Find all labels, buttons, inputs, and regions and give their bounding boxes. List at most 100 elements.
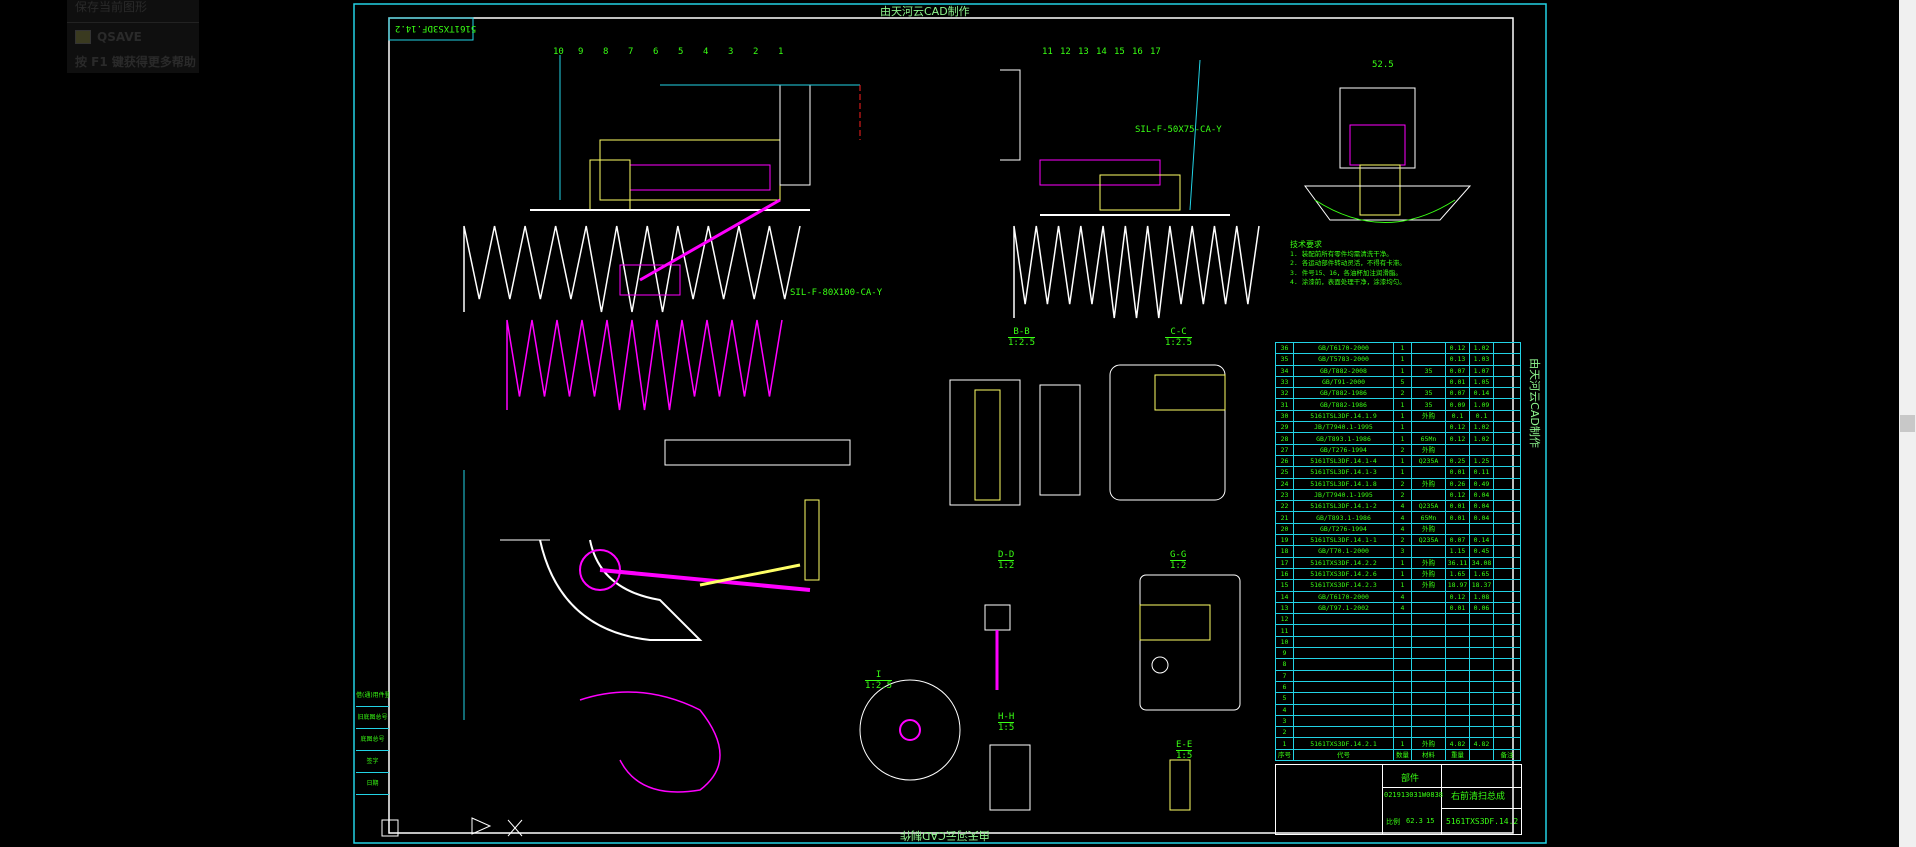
technical-requirements: 技术要求 1. 装配前所有零件均需清洗干净。 2. 各运动部件转动灵活，不得有卡… — [1290, 240, 1406, 288]
parts-cell-qty: 1 — [1393, 579, 1412, 592]
parts-cell-no: 7 — [1275, 669, 1294, 682]
parts-row: 32 GB/T882-1986 2 35 0.07 0.14 — [1275, 387, 1521, 400]
tooltip-help: 按 F1 键获得更多帮助 — [75, 55, 196, 69]
title-drawing-name: 右前清扫总成 — [1451, 792, 1506, 802]
parts-cell-no: 31 — [1275, 398, 1294, 411]
tooltip-command: QSAVE — [97, 30, 142, 44]
balloon-number: 17 — [1150, 47, 1161, 57]
parts-cell-qty — [1393, 658, 1412, 671]
parts-cell-qty: 2 — [1393, 488, 1412, 502]
parts-cell-w1: 0.07 — [1445, 534, 1470, 547]
parts-cell-std: 5161TXS3DF.14.2.2 — [1293, 556, 1394, 569]
parts-cell-w1 — [1445, 624, 1470, 637]
parts-cell-no: 13 — [1275, 601, 1294, 615]
parts-row: 5 — [1275, 692, 1521, 705]
section-scale: 1:5 — [998, 722, 1015, 733]
parts-cell-w1: 0.12 — [1445, 488, 1470, 502]
vertical-scrollbar[interactable] — [1899, 0, 1916, 847]
strip-cell: 日期 — [356, 773, 389, 795]
cylinder-label-a: SIL-F-80X100-CA-Y — [790, 288, 883, 298]
parts-cell-no: 2 — [1275, 726, 1294, 739]
parts-cell-qty: 2 — [1393, 477, 1412, 490]
parts-cell-w2: 0.1 — [1469, 409, 1494, 423]
parts-cell-remark — [1493, 726, 1521, 739]
header-cell: 重量 — [1445, 748, 1470, 761]
tech-req-item: 1. 装配前所有零件均需清洗干净。 — [1290, 249, 1393, 258]
parts-cell-w1: 0.01 — [1445, 601, 1470, 615]
parts-cell-w2: 0.04 — [1469, 500, 1494, 513]
parts-cell-remark — [1493, 477, 1521, 490]
dimension-top: 52.5 — [1372, 60, 1394, 70]
parts-cell-qty — [1393, 680, 1412, 694]
header-cell: 序号 — [1275, 748, 1294, 761]
parts-cell-w2: 1.08 — [1469, 590, 1494, 603]
parts-cell-remark — [1493, 432, 1521, 445]
parts-cell-mat — [1411, 590, 1446, 603]
parts-cell-w2: 0.14 — [1469, 387, 1494, 400]
parts-cell-mat — [1411, 601, 1446, 615]
parts-cell-remark — [1493, 511, 1521, 524]
parts-cell-qty: 3 — [1393, 545, 1412, 558]
parts-cell-std — [1293, 624, 1394, 637]
parts-cell-w1: 0.13 — [1445, 353, 1470, 366]
parts-cell-w1 — [1445, 522, 1470, 536]
parts-cell-w2 — [1469, 714, 1494, 728]
tooltip-description: 保存当前图形 — [75, 0, 148, 14]
parts-cell-no: 28 — [1275, 432, 1294, 445]
parts-row: 7 — [1275, 669, 1521, 682]
title-code: 021913031W0838 — [1384, 791, 1444, 799]
parts-cell-no: 11 — [1275, 624, 1294, 637]
parts-cell-qty: 4 — [1393, 601, 1412, 615]
parts-cell-std: 5161TSL3DF.14.1.9 — [1293, 409, 1394, 423]
parts-row: 16 5161TXS3DF.14.2.6 1 外购 1.65 1.65 — [1275, 567, 1521, 581]
parts-cell-w2: 0.04 — [1469, 511, 1494, 524]
parts-cell-mat — [1411, 692, 1446, 705]
parts-cell-std: 5161TXS3DF.14.2.3 — [1293, 579, 1394, 592]
parts-cell-no: 29 — [1275, 421, 1294, 434]
parts-cell-std: GB/T893.1-1986 — [1293, 511, 1394, 524]
parts-cell-remark — [1493, 545, 1521, 558]
parts-cell-mat — [1411, 466, 1446, 479]
parts-cell-mat: 35 — [1411, 398, 1446, 411]
parts-cell-w1: 0.07 — [1445, 387, 1470, 400]
scrollbar-thumb[interactable] — [1900, 415, 1915, 432]
parts-cell-mat: 65Mn — [1411, 432, 1446, 445]
parts-cell-w1 — [1445, 726, 1470, 739]
title-sheet: 15 — [1426, 817, 1435, 825]
parts-row: 26 5161TSL3DF.14.1-4 1 Q235A 0.25 1.25 — [1275, 454, 1521, 468]
parts-cell-w2 — [1469, 647, 1494, 660]
parts-cell-std — [1293, 669, 1394, 682]
parts-cell-mat — [1411, 658, 1446, 671]
parts-row: 20 GB/T276-1994 4 外购 — [1275, 522, 1521, 536]
parts-cell-std: GB/T882-2008 — [1293, 364, 1394, 377]
parts-cell-no: 30 — [1275, 409, 1294, 423]
section-name: I — [875, 670, 882, 680]
parts-cell-remark — [1493, 454, 1521, 468]
parts-row: 3 — [1275, 714, 1521, 728]
balloon-number: 14 — [1096, 47, 1107, 57]
section-name: H-H — [998, 712, 1015, 722]
parts-cell-w1: 1.65 — [1445, 567, 1470, 581]
arm-view — [463, 439, 851, 793]
parts-cell-qty: 1 — [1393, 567, 1412, 581]
parts-cell-w2: 0.04 — [1469, 488, 1494, 502]
parts-cell-mat: Q235A — [1411, 534, 1446, 547]
parts-cell-std — [1293, 726, 1394, 739]
parts-cell-mat: 外购 — [1411, 409, 1446, 423]
parts-row: 14 GB/T6170-2000 4 0.12 1.08 — [1275, 590, 1521, 603]
cad-drawing-canvas[interactable] — [0, 0, 1916, 847]
parts-cell-remark — [1493, 556, 1521, 569]
balloon-number: 8 — [603, 47, 609, 57]
header-cell: 备注 — [1493, 748, 1521, 761]
balloon-number: 3 — [728, 47, 734, 57]
parts-cell-std: GB/T882-1986 — [1293, 387, 1394, 400]
parts-cell-mat — [1411, 341, 1446, 355]
parts-cell-mat: 外购 — [1411, 443, 1446, 456]
parts-cell-std — [1293, 703, 1394, 716]
parts-cell-mat: 外购 — [1411, 477, 1446, 490]
parts-cell-w1 — [1445, 669, 1470, 682]
parts-cell-w1: 0.12 — [1445, 421, 1470, 434]
parts-cell-remark — [1493, 703, 1521, 716]
parts-cell-qty: 2 — [1393, 534, 1412, 547]
parts-cell-w1: 0.01 — [1445, 511, 1470, 524]
